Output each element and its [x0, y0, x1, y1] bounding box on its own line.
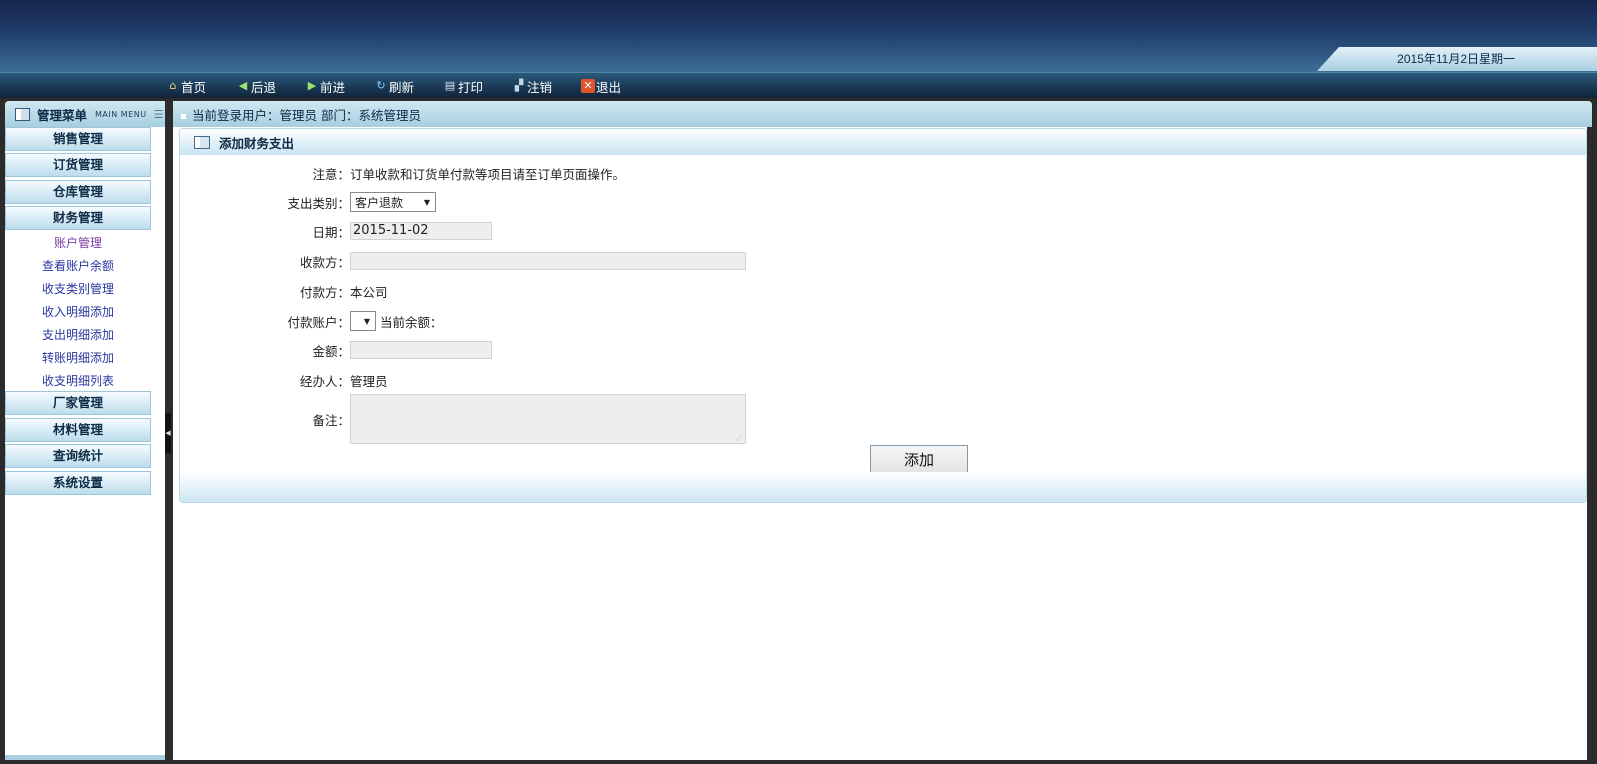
date-label: 日期：: [312, 224, 350, 240]
sidebar-footer-bar: [5, 755, 165, 760]
forward-label: 前进: [320, 79, 346, 95]
note-label: 注意：: [312, 166, 350, 182]
panel-header: 添加财务支出: [180, 129, 1586, 155]
balance-label: 当前余额：: [380, 314, 443, 330]
sidebar-subitem-expense-add[interactable]: 支出明细添加: [5, 325, 151, 345]
exit-button[interactable]: ✕ 退出: [581, 77, 621, 95]
add-button[interactable]: 添加: [870, 445, 968, 475]
note-text: 订单收款和订货单付款等项目请至订单页面操作。: [350, 166, 626, 182]
payment-account-select[interactable]: ▼: [350, 311, 376, 331]
handler-label: 经办人：: [299, 373, 350, 389]
expense-category-value: 客户退款: [355, 195, 404, 210]
logout-icon: ▞: [514, 79, 524, 92]
date-display: 2015年11月2日星期一: [1317, 47, 1597, 71]
sidebar-item-warehouse[interactable]: 仓库管理: [5, 180, 151, 204]
chevron-down-icon: ▼: [423, 197, 430, 207]
print-label: 打印: [458, 79, 484, 95]
sidebar-item-materials[interactable]: 材料管理: [5, 418, 151, 442]
home-icon: ⌂: [169, 79, 177, 92]
list-lines-icon: ☰: [153, 107, 164, 121]
collapse-sidebar-handle[interactable]: ◀: [165, 413, 171, 453]
resize-grip-icon[interactable]: ⋰: [736, 434, 743, 442]
payer-value: 本公司: [350, 284, 388, 300]
window-icon: [194, 135, 210, 149]
category-row: 支出类别： 客户退款 ▼: [180, 190, 436, 214]
payee-input[interactable]: [350, 252, 746, 270]
back-button[interactable]: ◀ 后退: [236, 77, 276, 95]
remarks-textarea[interactable]: ⋰: [350, 394, 746, 444]
account-row: 付款账户： ▼ 当前余额：: [180, 309, 443, 333]
payee-row: 收款方：: [180, 249, 746, 273]
printer-icon: ▤: [444, 79, 456, 92]
expense-category-select[interactable]: 客户退款 ▼: [350, 192, 436, 212]
sidebar-item-manufacturer[interactable]: 厂家管理: [5, 391, 151, 415]
remarks-label: 备注：: [312, 412, 350, 428]
refresh-label: 刷新: [389, 79, 415, 95]
triangle-left-icon: ◀: [165, 429, 171, 437]
home-label: 首页: [181, 79, 207, 95]
handler-row: 经办人： 管理员: [180, 368, 388, 392]
expense-form-panel: 添加财务支出 注意： 订单收款和订货单付款等项目请至订单页面操作。 支出类别： …: [179, 128, 1587, 503]
close-circle-icon: ✕: [581, 79, 595, 93]
sidebar-header: 管理菜单 MAIN MENU ☰: [5, 101, 165, 127]
sidebar-item-finance[interactable]: 财务管理: [5, 206, 151, 230]
arrow-right-icon: ▶: [307, 79, 317, 92]
bullet-icon: [181, 113, 186, 119]
sidebar-subitem-account-management[interactable]: 账户管理: [5, 233, 151, 253]
payer-row: 付款方： 本公司: [180, 279, 388, 303]
amount-input[interactable]: [350, 341, 492, 359]
current-user-info: 当前登录用户：管理员 部门：系统管理员: [192, 107, 421, 123]
sidebar-subitem-transfer-add[interactable]: 转账明细添加: [5, 348, 151, 368]
exit-label: 退出: [596, 79, 622, 95]
sidebar-subitem-category-management[interactable]: 收支类别管理: [5, 279, 151, 299]
handler-value: 管理员: [350, 373, 388, 389]
date-input[interactable]: 2015-11-02: [350, 222, 492, 240]
category-label: 支出类别：: [287, 195, 350, 211]
arrow-left-icon: ◀: [238, 79, 248, 92]
account-label: 付款账户：: [287, 314, 350, 330]
remarks-row: 备注： ⋰: [180, 393, 746, 445]
toolbar: ⌂ 首页 ◀ 后退 ▶ 前进 ↻ 刷新 ▤ 打印 ▞ 注销 ✕ 退出: [0, 72, 1597, 98]
chevron-down-icon: ▼: [363, 316, 370, 326]
panel-footer: [180, 472, 1586, 502]
home-button[interactable]: ⌂ 首页: [166, 77, 207, 95]
sidebar-subitem-account-balance[interactable]: 查看账户余额: [5, 256, 151, 276]
menu-icon: [15, 107, 30, 121]
logout-button[interactable]: ▞ 注销: [512, 77, 552, 95]
print-button[interactable]: ▤ 打印: [443, 77, 483, 95]
sidebar-divider: ◀: [165, 101, 173, 760]
sidebar: 销售管理 订货管理 仓库管理 财务管理 账户管理 查看账户余额 收支类别管理 收…: [5, 127, 165, 760]
note-row: 注意： 订单收款和订货单付款等项目请至订单页面操作。: [180, 161, 625, 185]
workspace: 管理菜单 MAIN MENU ☰ 销售管理 订货管理 仓库管理 财务管理 账户管…: [5, 101, 1592, 760]
sidebar-title: 管理菜单: [37, 107, 88, 123]
logout-label: 注销: [527, 79, 553, 95]
refresh-icon: ↻: [376, 79, 386, 92]
back-label: 后退: [251, 79, 277, 95]
payee-label: 收款方：: [299, 254, 350, 270]
sidebar-item-settings[interactable]: 系统设置: [5, 471, 151, 495]
date-row: 日期： 2015-11-02: [180, 219, 492, 243]
amount-label: 金额：: [312, 343, 350, 359]
refresh-button[interactable]: ↻ 刷新: [374, 77, 414, 95]
sidebar-subitem-ledger-list[interactable]: 收支明细列表: [5, 371, 151, 391]
amount-row: 金额：: [180, 338, 492, 362]
breadcrumb: 当前登录用户：管理员 部门：系统管理员: [173, 101, 1592, 127]
right-edge: [1587, 127, 1592, 760]
panel-title: 添加财务支出: [219, 135, 295, 151]
payer-label: 付款方：: [299, 284, 350, 300]
sidebar-item-sales[interactable]: 销售管理: [5, 127, 151, 151]
sidebar-item-query[interactable]: 查询统计: [5, 444, 151, 468]
sidebar-subitem-income-add[interactable]: 收入明细添加: [5, 302, 151, 322]
sidebar-item-orders[interactable]: 订货管理: [5, 153, 151, 177]
sidebar-subtitle: MAIN MENU: [95, 109, 147, 119]
forward-button[interactable]: ▶ 前进: [305, 77, 345, 95]
